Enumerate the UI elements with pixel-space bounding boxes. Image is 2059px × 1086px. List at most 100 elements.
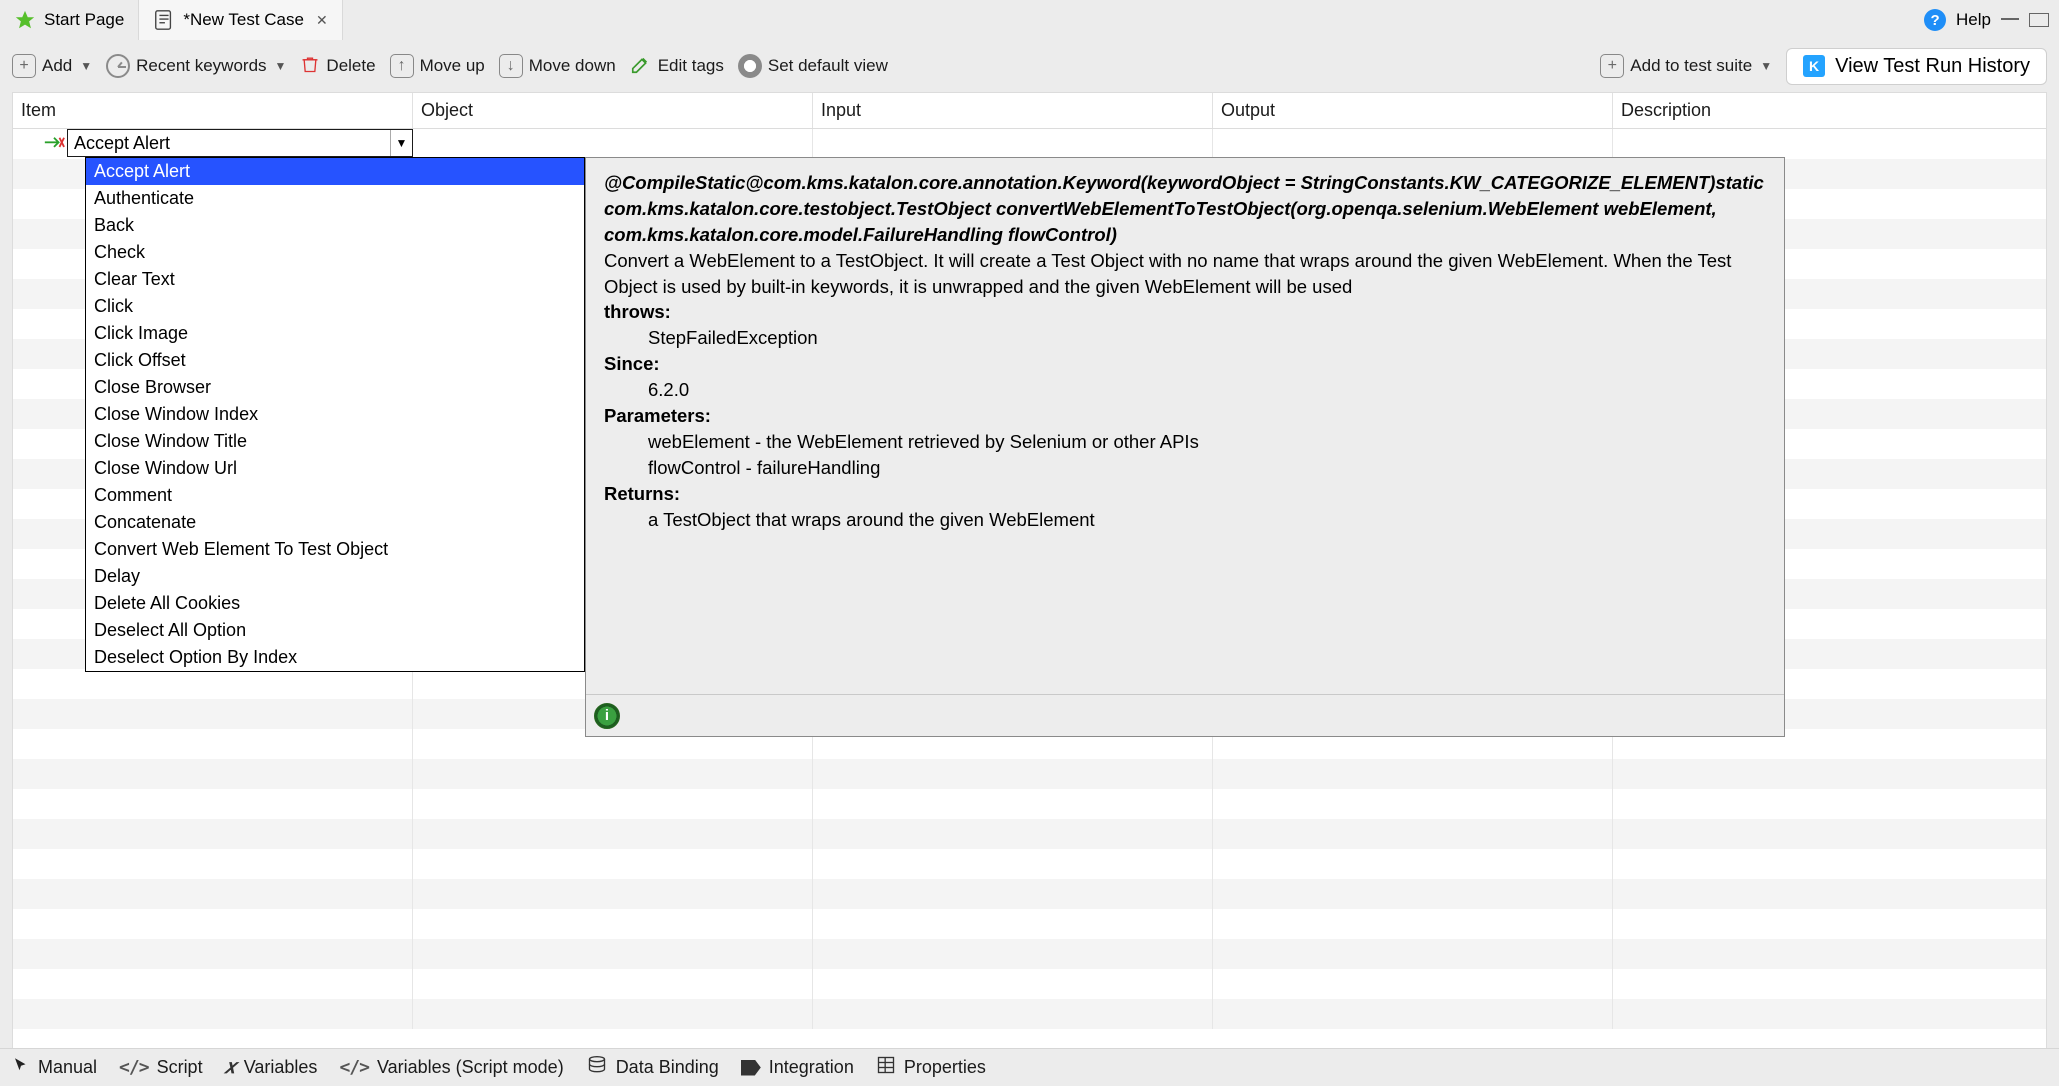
keyword-option[interactable]: Convert Web Element To Test Object	[86, 536, 584, 563]
keyword-option[interactable]: Comment	[86, 482, 584, 509]
help-icon[interactable]: ?	[1924, 9, 1946, 31]
cell[interactable]	[1613, 819, 2046, 849]
col-item[interactable]: Item	[13, 93, 413, 128]
col-input[interactable]: Input	[813, 93, 1213, 128]
add-button[interactable]: + Add ▼	[12, 54, 92, 78]
table-row[interactable]	[13, 999, 2046, 1029]
keyword-option[interactable]: Close Window Index	[86, 401, 584, 428]
cell[interactable]	[13, 789, 413, 819]
cell[interactable]	[13, 939, 413, 969]
moveup-button[interactable]: ↑ Move up	[390, 54, 485, 78]
cell[interactable]	[813, 819, 1213, 849]
keyword-option[interactable]: Concatenate	[86, 509, 584, 536]
keyword-combobox[interactable]: ▼	[67, 129, 413, 157]
cell[interactable]	[413, 999, 813, 1029]
tab-properties[interactable]: Properties	[876, 1055, 986, 1080]
cell[interactable]	[413, 819, 813, 849]
cell[interactable]	[1213, 999, 1613, 1029]
cell[interactable]	[1213, 759, 1613, 789]
tab-data-binding[interactable]: Data Binding	[586, 1055, 719, 1080]
movedown-button[interactable]: ↓ Move down	[499, 54, 616, 78]
cell[interactable]	[13, 879, 413, 909]
cell[interactable]	[413, 909, 813, 939]
cell[interactable]	[13, 909, 413, 939]
cell[interactable]	[413, 759, 813, 789]
cell[interactable]	[1613, 879, 2046, 909]
cell[interactable]	[1213, 819, 1613, 849]
setdefault-button[interactable]: Set default view	[738, 54, 888, 78]
keyword-option[interactable]: Authenticate	[86, 185, 584, 212]
cell[interactable]	[813, 759, 1213, 789]
cell[interactable]	[813, 939, 1213, 969]
cell[interactable]	[1613, 759, 2046, 789]
cell[interactable]	[413, 849, 813, 879]
tab-variables-script[interactable]: </> Variables (Script mode)	[339, 1057, 563, 1078]
tab-manual[interactable]: Manual	[12, 1056, 97, 1079]
table-row[interactable]	[13, 849, 2046, 879]
add-to-suite-button[interactable]: + Add to test suite ▼	[1600, 54, 1772, 78]
keyword-option[interactable]: Check	[86, 239, 584, 266]
cell[interactable]	[813, 789, 1213, 819]
cell[interactable]	[1613, 849, 2046, 879]
cell[interactable]	[1613, 789, 2046, 819]
maximize-icon[interactable]	[2029, 13, 2049, 27]
cell[interactable]	[813, 909, 1213, 939]
tab-start-page[interactable]: Start Page	[0, 0, 139, 40]
cell[interactable]	[413, 789, 813, 819]
keyword-option[interactable]: Delete All Cookies	[86, 590, 584, 617]
cell[interactable]	[1213, 129, 1613, 159]
cell[interactable]	[1613, 129, 2046, 159]
cell[interactable]	[1213, 969, 1613, 999]
col-object[interactable]: Object	[413, 93, 813, 128]
cell[interactable]	[1613, 939, 2046, 969]
keyword-option[interactable]: Accept Alert	[86, 158, 584, 185]
edittags-button[interactable]: Edit tags	[630, 53, 724, 80]
table-row[interactable]	[13, 939, 2046, 969]
cell[interactable]	[413, 129, 813, 159]
combobox-dropdown-button[interactable]: ▼	[390, 130, 412, 156]
table-row[interactable]	[13, 819, 2046, 849]
cell[interactable]	[13, 969, 413, 999]
tab-new-test-case[interactable]: *New Test Case ✕	[139, 0, 342, 40]
cell[interactable]	[1213, 789, 1613, 819]
recent-keywords-button[interactable]: Recent keywords ▼	[106, 54, 286, 78]
col-output[interactable]: Output	[1213, 93, 1613, 128]
table-row[interactable]	[13, 909, 2046, 939]
cell[interactable]	[1613, 909, 2046, 939]
keyword-dropdown[interactable]: Accept AlertAuthenticateBackCheckClear T…	[85, 157, 585, 672]
info-globe-icon[interactable]	[594, 703, 620, 729]
cell[interactable]	[13, 999, 413, 1029]
tab-variables[interactable]: 𝑥 Variables	[225, 1056, 318, 1079]
cell[interactable]	[813, 849, 1213, 879]
cell[interactable]	[1613, 969, 2046, 999]
cell[interactable]	[1213, 909, 1613, 939]
help-label[interactable]: Help	[1956, 10, 1991, 30]
tab-script[interactable]: </> Script	[119, 1057, 203, 1078]
tab-integration[interactable]: Integration	[741, 1057, 854, 1078]
keyword-option[interactable]: Back	[86, 212, 584, 239]
keyword-option[interactable]: Clear Text	[86, 266, 584, 293]
keyword-option[interactable]: Close Window Title	[86, 428, 584, 455]
keyword-option[interactable]: Click	[86, 293, 584, 320]
cell[interactable]	[813, 879, 1213, 909]
minimize-icon[interactable]	[2001, 17, 2019, 20]
cell[interactable]	[413, 879, 813, 909]
cell[interactable]	[1213, 939, 1613, 969]
cell[interactable]	[13, 729, 413, 759]
table-row[interactable]	[13, 969, 2046, 999]
keyword-option[interactable]: Delay	[86, 563, 584, 590]
close-icon[interactable]: ✕	[316, 12, 328, 29]
col-description[interactable]: Description	[1613, 93, 2046, 128]
cell[interactable]	[813, 999, 1213, 1029]
table-row[interactable]	[13, 759, 2046, 789]
cell[interactable]	[813, 129, 1213, 159]
table-row[interactable]	[13, 789, 2046, 819]
cell[interactable]	[1213, 849, 1613, 879]
table-row[interactable]	[13, 879, 2046, 909]
keyword-option[interactable]: Deselect Option By Index	[86, 644, 584, 671]
cell[interactable]	[413, 969, 813, 999]
cell[interactable]	[1213, 879, 1613, 909]
cell[interactable]	[13, 669, 413, 699]
keyword-option[interactable]: Click Offset	[86, 347, 584, 374]
keyword-option[interactable]: Click Image	[86, 320, 584, 347]
